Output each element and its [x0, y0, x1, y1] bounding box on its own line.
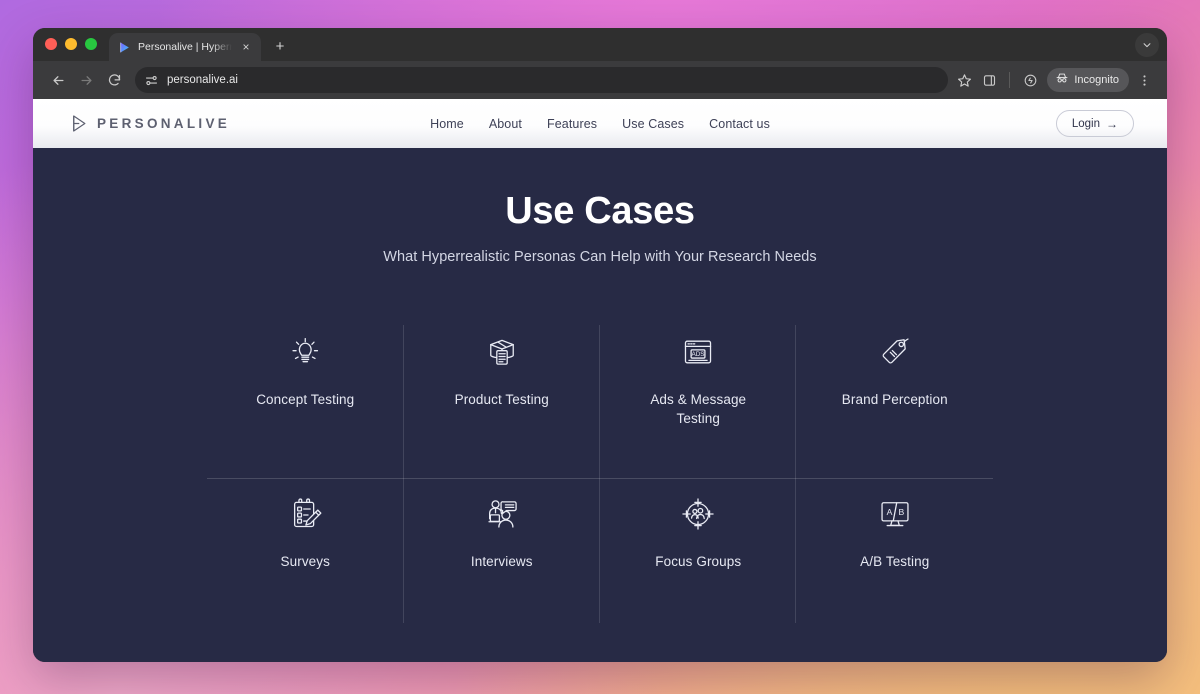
nav-item-about[interactable]: About [489, 117, 522, 131]
toolbar-divider [1009, 72, 1011, 88]
hero-section: Use Cases What Hyperrealistic Personas C… [33, 148, 1167, 265]
clipboard-pencil-icon [286, 495, 324, 533]
people-speech-bubble-icon [483, 495, 521, 533]
back-button[interactable] [45, 67, 71, 93]
browser-ads-icon: ADS [679, 333, 717, 371]
use-case-label: Ads & Message Testing [650, 392, 747, 427]
site-settings-tune-icon[interactable] [144, 73, 159, 88]
use-case-label: Focus Groups [655, 554, 742, 569]
tab-title: Personalive | Hyperrealistic P [138, 41, 232, 53]
extensions-icon[interactable] [1017, 67, 1043, 93]
web-page: PERSONALIVE Home About Features Use Case… [33, 99, 1167, 662]
address-bar[interactable]: personalive.ai [135, 67, 949, 93]
incognito-hat-icon [1055, 71, 1069, 90]
use-case-card[interactable]: Product Testing [404, 316, 601, 478]
arrow-right-icon: → [1106, 116, 1118, 131]
site-logo[interactable]: PERSONALIVE [69, 114, 230, 133]
tab-search-chevron-down-icon[interactable] [1135, 33, 1159, 57]
use-case-card[interactable]: Interviews [404, 478, 601, 622]
minimize-window-button[interactable] [65, 38, 77, 50]
tab-favicon-icon [118, 41, 131, 54]
forward-button[interactable] [73, 67, 99, 93]
browser-menu-button[interactable] [1131, 67, 1157, 93]
use-case-card[interactable]: Focus Groups [600, 478, 797, 622]
use-case-label: Concept Testing [256, 392, 355, 407]
price-tag-icon [876, 333, 914, 371]
tab-close-icon[interactable]: × [239, 40, 253, 54]
nav-item-home[interactable]: Home [430, 117, 464, 131]
nav-item-use-cases[interactable]: Use Cases [622, 117, 684, 131]
site-nav: Home About Features Use Cases Contact us [430, 117, 770, 131]
incognito-indicator[interactable]: Incognito [1047, 68, 1129, 92]
use-case-card[interactable]: ADS Ads & Message Testing [600, 316, 797, 478]
browser-toolbar: personalive.ai Incognito [33, 61, 1167, 99]
use-case-card[interactable]: A B A/B Testing [797, 478, 994, 622]
monitor-ab-icon: A B [876, 495, 914, 533]
use-case-label: Product Testing [454, 392, 549, 407]
nav-item-features[interactable]: Features [547, 117, 597, 131]
maximize-window-button[interactable] [85, 38, 97, 50]
lightbulb-icon [286, 333, 324, 371]
nav-item-contact-us[interactable]: Contact us [709, 117, 770, 131]
side-panel-icon[interactable] [976, 67, 1002, 93]
login-button[interactable]: Login → [1055, 110, 1134, 137]
browser-tab-strip: Personalive | Hyperrealistic P × + [33, 28, 1167, 61]
site-header: PERSONALIVE Home About Features Use Case… [33, 99, 1167, 148]
use-case-label: Brand Perception [841, 392, 948, 407]
svg-text:A: A [886, 507, 892, 517]
page-title: Use Cases [505, 190, 695, 232]
new-tab-button[interactable]: + [267, 33, 293, 59]
incognito-label: Incognito [1074, 74, 1119, 86]
svg-text:ADS: ADS [692, 351, 705, 358]
close-window-button[interactable] [45, 38, 57, 50]
browser-window: Personalive | Hyperrealistic P × + [33, 28, 1167, 662]
use-case-label: Surveys [280, 554, 330, 569]
page-subtitle: What Hyperrealistic Personas Can Help wi… [383, 249, 817, 265]
browser-tab[interactable]: Personalive | Hyperrealistic P × [109, 33, 261, 61]
play-triangle-icon [69, 114, 88, 133]
target-group-icon [679, 495, 717, 533]
use-case-card[interactable]: Brand Perception [797, 316, 994, 478]
window-traffic-lights [45, 28, 109, 61]
use-case-label: A/B Testing [860, 554, 930, 569]
box-clipboard-icon [483, 333, 521, 371]
use-case-card[interactable]: Surveys [207, 478, 404, 622]
bookmark-star-icon[interactable] [954, 70, 974, 90]
login-label: Login [1071, 117, 1100, 130]
url-text: personalive.ai [167, 74, 238, 86]
use-case-label: Interviews [470, 554, 533, 569]
logo-text: PERSONALIVE [97, 116, 231, 131]
use-cases-grid: Concept Testing Product Testing ADS Ads … [207, 316, 994, 623]
use-case-card[interactable]: Concept Testing [207, 316, 404, 478]
svg-text:B: B [898, 507, 904, 517]
reload-button[interactable] [101, 67, 127, 93]
